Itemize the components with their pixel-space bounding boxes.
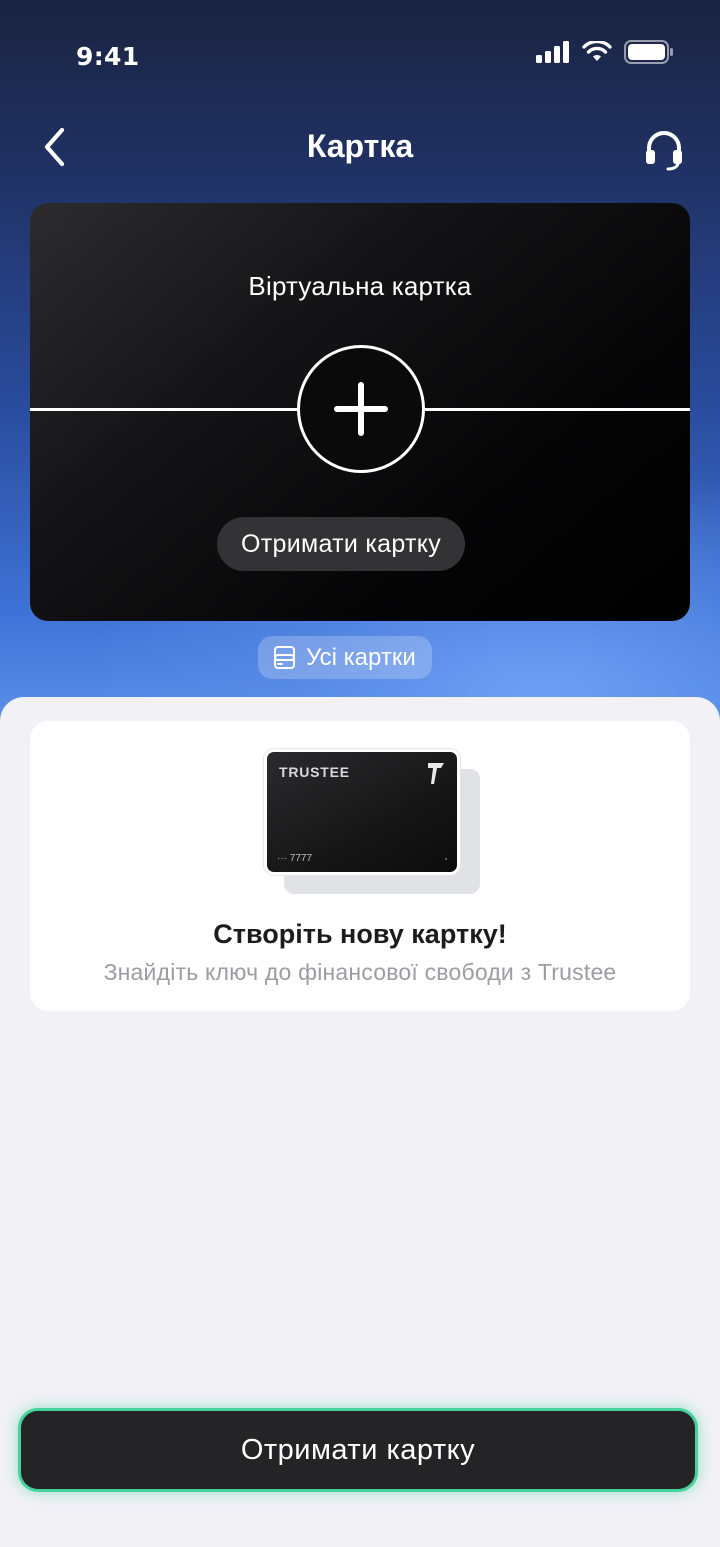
cellular-signal-icon [536,41,569,63]
promo-subtitle: Знайдіть ключ до фінансової свободи з Tr… [103,959,617,985]
support-button[interactable] [636,122,692,178]
promo-title: Створіть нову картку! [213,919,507,949]
status-icons [536,40,674,64]
all-cards-label: Усі картки [306,643,416,671]
trustee-logo-icon [428,763,444,784]
battery-icon [624,40,673,64]
card-brand-label: TRUSTEE [279,764,350,780]
all-cards-button[interactable]: Усі картки [258,636,432,679]
add-card-button[interactable] [297,345,425,473]
get-card-pill-button[interactable]: Отримати картку [217,517,466,571]
get-card-button[interactable]: Отримати картку [18,1408,698,1492]
screen: 9:41 Картка Віртуальна картка Отримати к… [0,0,720,1547]
page-title: Картка [306,128,414,164]
card-illustration-front: TRUSTEE ··· 7777 [264,749,460,875]
card-number: ··· 7777 [277,853,313,864]
status-bar: 9:41 [0,0,720,100]
card-illustration: TRUSTEE ··· 7777 [264,749,480,895]
nav-bar: Картка [0,112,720,184]
card-chip-dot [445,858,447,860]
promo-card: TRUSTEE ··· 7777 Створіть нову картку! З… [30,721,690,1011]
headset-icon [646,131,682,171]
cards-icon [274,645,295,669]
plus-icon [334,382,388,436]
status-time: 9:41 [76,42,140,71]
wifi-icon [582,41,612,61]
virtual-card: Віртуальна картка Отримати картку [30,203,690,621]
virtual-card-title: Віртуальна картка [248,271,472,301]
